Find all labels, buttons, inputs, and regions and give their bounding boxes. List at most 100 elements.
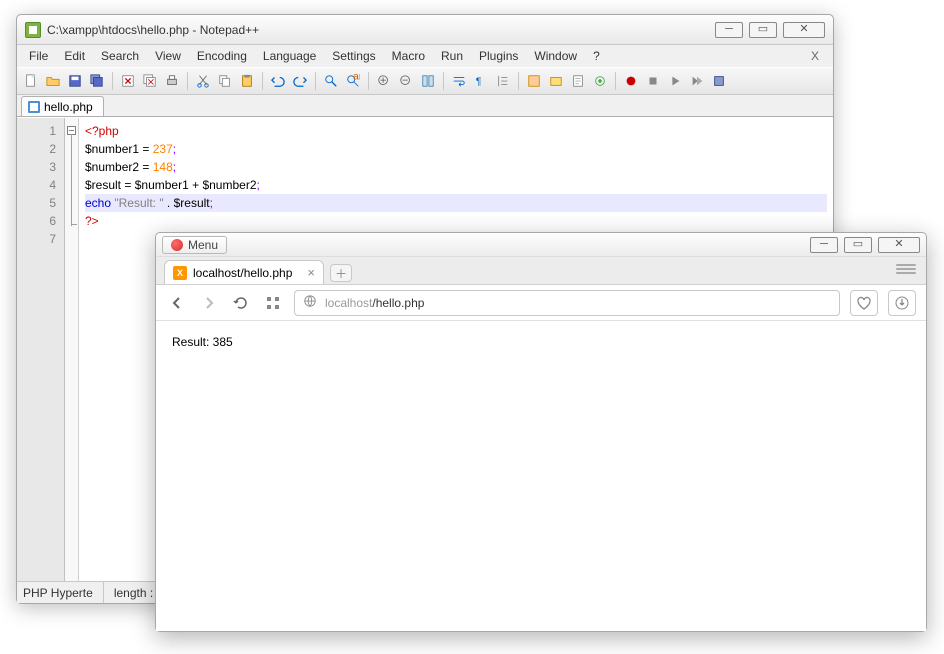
close-button[interactable]: ✕	[878, 237, 920, 253]
menu-close-x[interactable]: X	[801, 47, 829, 65]
play-multi-icon[interactable]	[687, 71, 707, 91]
doc-map-icon[interactable]	[568, 71, 588, 91]
toolbar-separator	[518, 72, 519, 90]
copy-icon[interactable]	[215, 71, 235, 91]
line-number: 5	[21, 194, 56, 212]
minimize-button[interactable]: ─	[715, 22, 743, 38]
notepadpp-icon	[25, 22, 41, 38]
file-tab-hello[interactable]: hello.php	[21, 96, 104, 116]
code-line: $number2 = 148;	[85, 158, 827, 176]
back-button[interactable]	[166, 292, 188, 314]
stop-macro-icon[interactable]	[643, 71, 663, 91]
wordwrap-icon[interactable]	[449, 71, 469, 91]
tab-menu-icon[interactable]	[896, 261, 916, 277]
file-tabs: hello.php	[17, 95, 833, 117]
zoom-out-icon[interactable]	[396, 71, 416, 91]
new-tab-button[interactable]: ＋	[330, 264, 352, 282]
downloads-button[interactable]	[888, 290, 916, 316]
paste-icon[interactable]	[237, 71, 257, 91]
titlebar[interactable]: C:\xampp\htdocs\hello.php - Notepad++ ─ …	[17, 15, 833, 45]
menu-macro[interactable]: Macro	[384, 47, 433, 65]
save-all-icon[interactable]	[87, 71, 107, 91]
code-line: <?php	[85, 122, 827, 140]
new-file-icon[interactable]	[21, 71, 41, 91]
browser-tab-active[interactable]: X localhost/hello.php ×	[164, 260, 324, 284]
toolbar-separator	[443, 72, 444, 90]
menu-plugins[interactable]: Plugins	[471, 47, 526, 65]
sync-v-icon[interactable]	[418, 71, 438, 91]
menu-encoding[interactable]: Encoding	[189, 47, 255, 65]
menu-settings[interactable]: Settings	[324, 47, 383, 65]
cut-icon[interactable]	[193, 71, 213, 91]
opera-menu-button[interactable]: Menu	[162, 236, 227, 254]
close-file-icon[interactable]	[118, 71, 138, 91]
forward-button[interactable]	[198, 292, 220, 314]
url-host: localhost	[325, 296, 372, 310]
line-number: 6	[21, 212, 56, 230]
show-all-chars-icon[interactable]: ¶	[471, 71, 491, 91]
opera-window: Menu ─ ▭ ✕ X localhost/hello.php × ＋ loc…	[155, 232, 927, 632]
toolbar-separator	[315, 72, 316, 90]
zoom-in-icon[interactable]	[374, 71, 394, 91]
line-number: 7	[21, 230, 56, 248]
toolbar-separator	[187, 72, 188, 90]
close-button[interactable]: ✕	[783, 22, 825, 38]
toolbar-separator	[112, 72, 113, 90]
maximize-button[interactable]: ▭	[749, 22, 777, 38]
page-output-text: Result: 385	[172, 335, 233, 349]
replace-icon[interactable]: ab	[343, 71, 363, 91]
url-path: /hello.php	[372, 296, 424, 310]
window-controls: ─ ▭ ✕	[715, 22, 825, 38]
php-open-tag: <?php	[85, 124, 119, 138]
menu-view[interactable]: View	[147, 47, 189, 65]
opera-menu-label: Menu	[188, 238, 218, 252]
url-text: localhost/hello.php	[325, 295, 424, 310]
speed-dial-button[interactable]	[262, 292, 284, 314]
php-close-tag: ?>	[85, 214, 99, 228]
play-macro-icon[interactable]	[665, 71, 685, 91]
reload-button[interactable]	[230, 292, 252, 314]
menubar: File Edit Search View Encoding Language …	[17, 45, 833, 67]
code-line: $number1 = 237;	[85, 140, 827, 158]
tab-close-icon[interactable]: ×	[307, 265, 315, 280]
indent-guide-icon[interactable]	[493, 71, 513, 91]
line-number: 1	[21, 122, 56, 140]
open-file-icon[interactable]	[43, 71, 63, 91]
minimize-button[interactable]: ─	[810, 237, 838, 253]
close-all-icon[interactable]	[140, 71, 160, 91]
redo-icon[interactable]	[290, 71, 310, 91]
browser-tab-title: localhost/hello.php	[193, 266, 292, 280]
save-macro-icon[interactable]	[709, 71, 729, 91]
monitor-icon[interactable]	[590, 71, 610, 91]
fold-line	[71, 134, 72, 226]
print-icon[interactable]	[162, 71, 182, 91]
browser-tabs: X localhost/hello.php × ＋	[156, 257, 926, 285]
menu-file[interactable]: File	[21, 47, 56, 65]
folder-panel-icon[interactable]	[546, 71, 566, 91]
record-macro-icon[interactable]	[621, 71, 641, 91]
toolbar: ab ¶	[17, 67, 833, 95]
menu-search[interactable]: Search	[93, 47, 147, 65]
menu-window[interactable]: Window	[526, 47, 585, 65]
find-icon[interactable]	[321, 71, 341, 91]
menu-help[interactable]: ?	[585, 47, 608, 65]
menu-run[interactable]: Run	[433, 47, 471, 65]
line-number: 4	[21, 176, 56, 194]
browser-titlebar[interactable]: Menu ─ ▭ ✕	[156, 233, 926, 257]
file-icon	[28, 101, 40, 113]
file-tab-label: hello.php	[44, 100, 93, 114]
window-title: C:\xampp\htdocs\hello.php - Notepad++	[47, 23, 715, 37]
menu-edit[interactable]: Edit	[56, 47, 93, 65]
undo-icon[interactable]	[268, 71, 288, 91]
toolbar-separator	[615, 72, 616, 90]
menu-language[interactable]: Language	[255, 47, 324, 65]
function-list-icon[interactable]	[524, 71, 544, 91]
save-icon[interactable]	[65, 71, 85, 91]
address-bar[interactable]: localhost/hello.php	[294, 290, 840, 316]
svg-text:ab: ab	[353, 74, 360, 82]
code-line: ?>	[85, 212, 827, 230]
maximize-button[interactable]: ▭	[844, 237, 872, 253]
address-bar-row: localhost/hello.php	[156, 285, 926, 321]
bookmark-heart-button[interactable]	[850, 290, 878, 316]
globe-icon	[303, 294, 317, 311]
